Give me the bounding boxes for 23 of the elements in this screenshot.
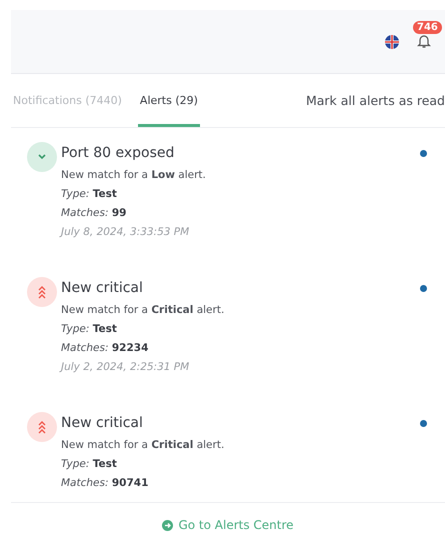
alert-date: July 2, 2024, 2:25:31 PM [61, 361, 190, 373]
alert-description: New match for a Low alert. [61, 169, 207, 181]
alert-matches: Matches: 99 [61, 207, 128, 219]
alert-type: Type: Test [61, 323, 118, 335]
alert-title: New critical [61, 414, 144, 432]
alert-title: Port 80 exposed [61, 144, 176, 162]
triple-chevron-up-icon [37, 285, 47, 299]
alert-title: New critical [61, 279, 144, 297]
mark-all-read-button[interactable]: Mark all alerts as read [306, 93, 445, 108]
chevron-down-icon [37, 153, 47, 161]
alert-description: New match for a Critical alert. [61, 439, 226, 451]
alert-description: New match for a Critical alert. [61, 304, 226, 316]
alert-matches: Matches: 90741 [61, 477, 150, 489]
flag-icon[interactable] [385, 34, 399, 48]
arrow-circle-icon [162, 520, 174, 530]
alert-type: Type: Test [61, 188, 118, 200]
notification-count-badge: 746 [413, 20, 442, 34]
alert-matches: Matches: 92234 [61, 342, 150, 354]
tab[interactable]: Alerts (29) [138, 74, 200, 127]
bell-icon[interactable] [417, 32, 431, 48]
triple-chevron-up-icon [37, 420, 47, 434]
alert-type: Type: Test [61, 458, 118, 470]
alert-date: July 8, 2024, 3:33:53 PM [61, 226, 190, 238]
